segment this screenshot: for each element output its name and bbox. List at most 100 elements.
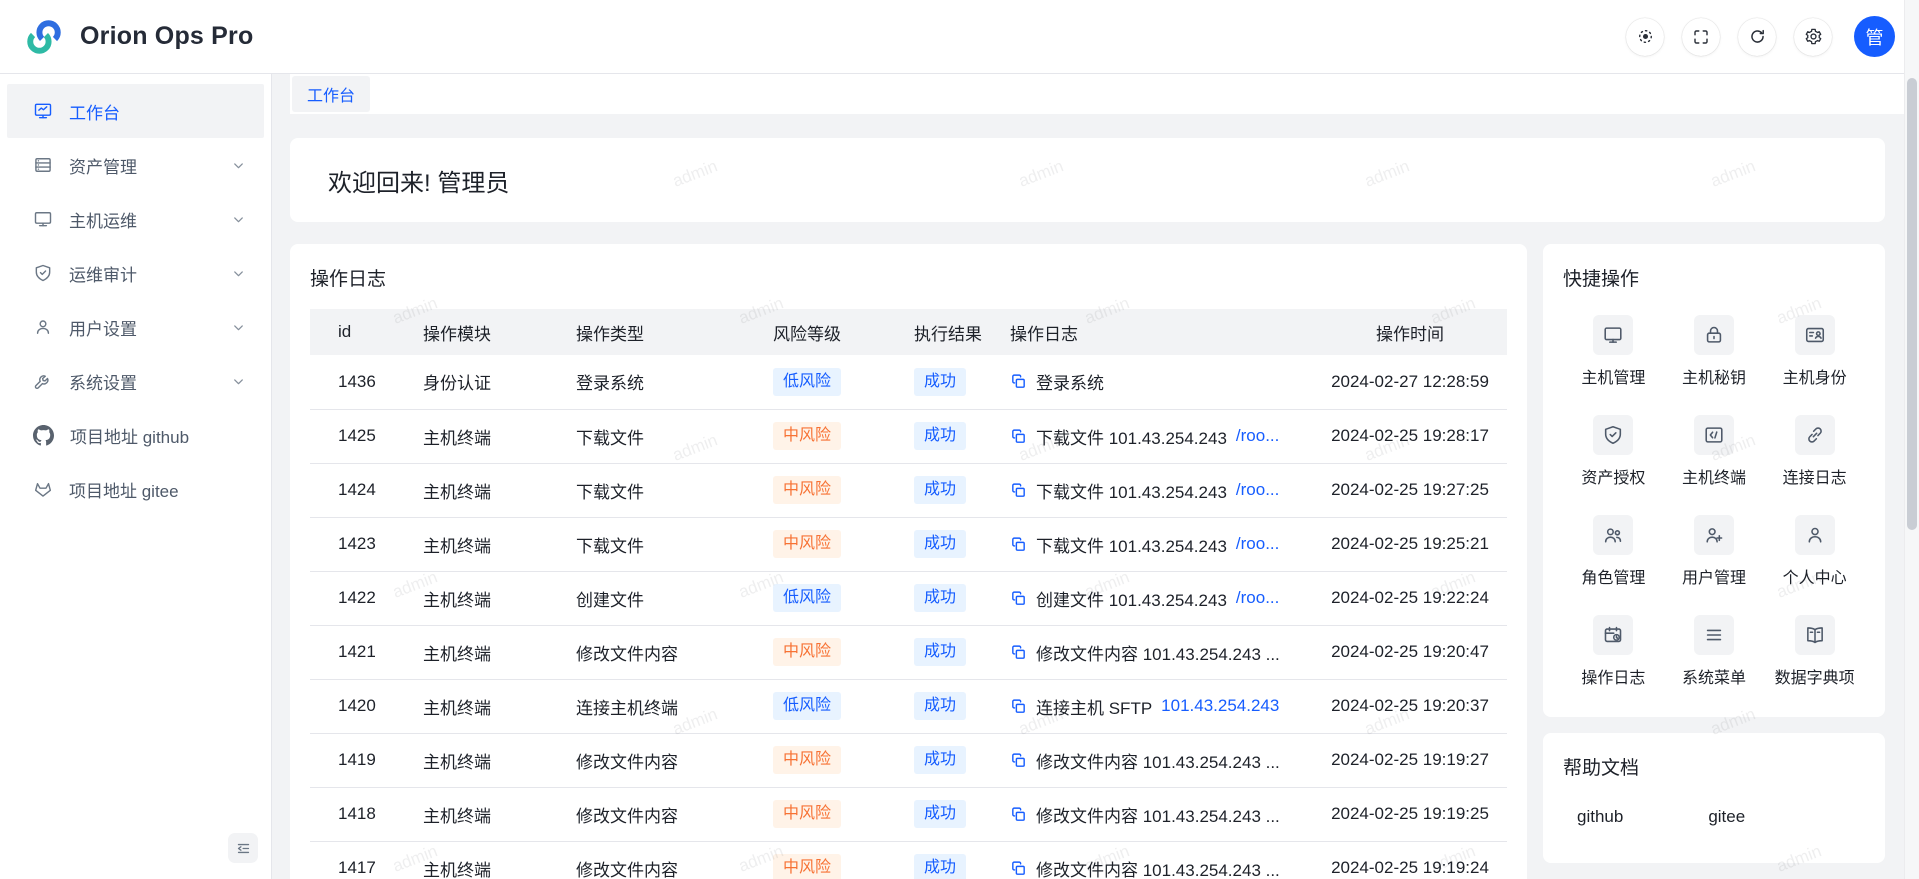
cell-result: 成功 [887,625,983,679]
table-row: 1425 主机终端 下载文件 中风险 成功 [310,409,1507,463]
copy-icon[interactable] [1010,698,1027,715]
log-link[interactable]: /roo... [1236,534,1279,554]
quick-action-item[interactable]: 连接日志 [1764,415,1865,515]
sidebar-collapse-button[interactable] [228,833,258,863]
user-avatar[interactable]: 管 [1854,16,1895,57]
risk-badge: 低风险 [773,368,841,396]
shield-check-icon [1593,415,1633,455]
sidebar-item[interactable]: 项目地址 github [7,408,264,462]
chevron-down-icon [231,158,246,173]
copy-icon[interactable] [1010,428,1027,445]
cell-log: 修改文件内容 101.43.254.243 ... [983,733,1313,787]
cell-id: 1436 [310,355,396,409]
cell-id: 1419 [310,733,396,787]
log-link[interactable]: /roo... [1236,426,1279,446]
sidebar-item[interactable]: 主机运维 [7,192,264,246]
settings-button[interactable] [1794,18,1832,56]
quick-action-item[interactable]: 角色管理 [1563,515,1664,615]
wrench-icon [33,371,53,391]
quick-action-item[interactable]: 系统菜单 [1664,615,1765,715]
operation-log-title: 操作日志 [310,264,1507,291]
help-link-github[interactable]: github [1577,807,1623,827]
sidebar-item-label: 运维审计 [69,261,137,286]
quick-action-item[interactable]: 主机身份 [1764,315,1865,415]
scrollbar-thumb[interactable] [1907,78,1917,530]
log-text: 修改文件内容 101.43.254.243 ... [1036,640,1280,665]
copy-icon[interactable] [1010,644,1027,661]
chevron-down-icon [231,374,246,389]
log-link[interactable]: /roo... [1236,588,1279,608]
quick-action-item[interactable]: 个人中心 [1764,515,1865,615]
copy-icon[interactable] [1010,860,1027,877]
table-header-row: id 操作模块 操作类型 风险等级 执行结果 操作日志 操作时间 [310,309,1507,355]
refresh-button[interactable] [1738,18,1776,56]
copy-icon[interactable] [1010,373,1027,390]
link-icon [1795,415,1835,455]
sidebar-item[interactable]: 资产管理 [7,138,264,192]
quick-action-item[interactable]: 数据字典项 [1764,615,1865,715]
theme-toggle-button[interactable] [1626,18,1664,56]
cell-log: 下载文件 101.43.254.243 /roo... [983,463,1313,517]
cell-risk: 中风险 [746,787,887,841]
copy-icon[interactable] [1010,536,1027,553]
cell-type: 下载文件 [549,409,746,463]
copy-icon[interactable] [1010,482,1027,499]
col-header-type: 操作类型 [549,309,746,355]
copy-icon[interactable] [1010,806,1027,823]
cell-id: 1425 [310,409,396,463]
copy-icon[interactable] [1010,590,1027,607]
welcome-message: 欢迎回来! 管理员 [328,163,509,198]
main-area: 工作台 欢迎回来! 管理员 操作日志 i [272,74,1919,879]
cell-module: 主机终端 [396,517,549,571]
risk-badge: 中风险 [773,638,841,666]
cell-result: 成功 [887,409,983,463]
terminal-icon [1694,415,1734,455]
copy-icon[interactable] [1010,752,1027,769]
sidebar-item-label: 项目地址 gitee [69,477,179,502]
header-actions: 管 [1626,16,1895,57]
result-badge: 成功 [914,368,966,396]
sidebar-item[interactable]: 项目地址 gitee [7,462,264,516]
quick-action-item[interactable]: 操作日志 [1563,615,1664,715]
result-badge: 成功 [914,422,966,450]
gear-icon [1804,27,1823,46]
result-badge: 成功 [914,854,966,879]
quick-action-item[interactable]: 资产授权 [1563,415,1664,515]
person-icon [1795,515,1835,555]
cell-module: 主机终端 [396,841,549,879]
cell-time: 2024-02-25 19:19:25 [1313,787,1507,841]
cell-log: 登录系统 [983,355,1313,409]
cell-result: 成功 [887,355,983,409]
quick-action-item[interactable]: 主机管理 [1563,315,1664,415]
quick-action-item[interactable]: 用户管理 [1664,515,1765,615]
quick-action-item[interactable]: 主机终端 [1664,415,1765,515]
sidebar-item[interactable]: 运维审计 [7,246,264,300]
sidebar-item-label: 主机运维 [69,207,137,232]
help-docs-card: 帮助文档 github gitee [1543,733,1885,863]
cell-risk: 中风险 [746,409,887,463]
sidebar-item[interactable]: 系统设置 [7,354,264,408]
cell-result: 成功 [887,787,983,841]
cell-module: 身份认证 [396,355,549,409]
fullscreen-button[interactable] [1682,18,1720,56]
sidebar-item[interactable]: 用户设置 [7,300,264,354]
quick-action-item[interactable]: 主机秘钥 [1664,315,1765,415]
cell-log: 连接主机 SFTP 101.43.254.243 [983,679,1313,733]
cell-time: 2024-02-25 19:19:27 [1313,733,1507,787]
quick-action-label: 角色管理 [1581,564,1645,588]
page-scrollbar[interactable] [1904,0,1919,879]
cell-result: 成功 [887,463,983,517]
cell-module: 主机终端 [396,463,549,517]
sidebar-item[interactable]: 工作台 [7,84,264,138]
log-link[interactable]: /roo... [1236,480,1279,500]
log-text: 下载文件 101.43.254.243 [1036,478,1227,503]
help-link-gitee[interactable]: gitee [1708,807,1745,827]
log-link[interactable]: 101.43.254.243 [1161,696,1279,716]
table-row: 1423 主机终端 下载文件 中风险 成功 [310,517,1507,571]
breadcrumb-tab-workbench[interactable]: 工作台 [292,76,370,112]
cell-module: 主机终端 [396,625,549,679]
help-docs-title: 帮助文档 [1563,753,1865,780]
brightness-icon [1636,27,1655,46]
cell-risk: 低风险 [746,355,887,409]
operation-log-table: id 操作模块 操作类型 风险等级 执行结果 操作日志 操作时间 [310,309,1507,879]
